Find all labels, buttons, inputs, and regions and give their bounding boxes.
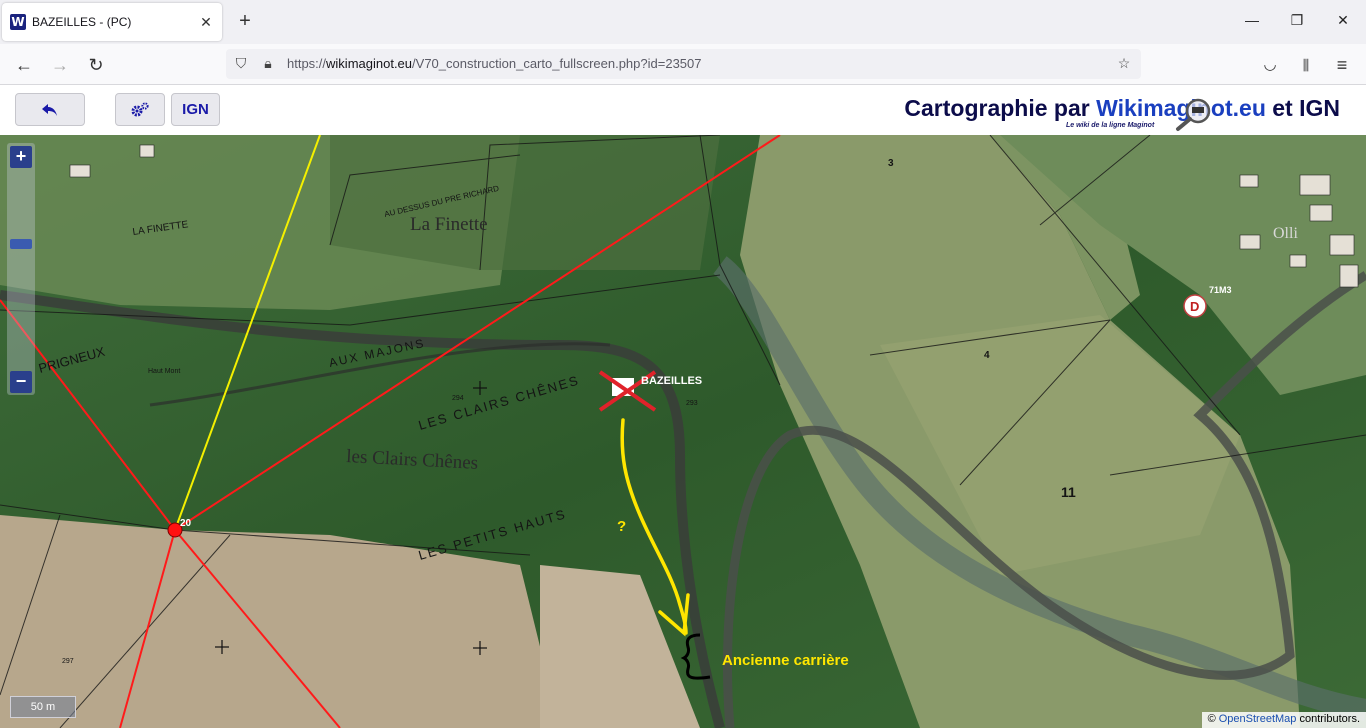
parcel-3: 3	[888, 158, 894, 169]
zoom-control: + −	[7, 143, 35, 395]
parcel-4: 4	[984, 350, 990, 361]
window-close-icon[interactable]: ✕	[1333, 12, 1353, 29]
url-bar[interactable]: ⛉ 🔒︎ https://wikimaginot.eu/V70_construc…	[226, 49, 1141, 79]
marker-bazeilles-label: BAZEILLES	[641, 375, 702, 387]
parcel-297: 297	[62, 658, 74, 665]
browser-tab[interactable]: W BAZEILLES - (PC) ✕	[2, 3, 222, 41]
parcel-294: 294	[452, 395, 464, 402]
map-view[interactable]: 20 D BAZEILLES ? Ancienne carrière LA FI…	[0, 135, 1366, 728]
scale-bar: 50 m	[10, 696, 76, 718]
bookmark-star-icon[interactable]: ☆	[1115, 55, 1133, 72]
back-arrow-icon[interactable]: ←	[12, 53, 36, 77]
annotation-quarry: Ancienne carrière	[722, 652, 849, 669]
menu-hamburger-icon[interactable]: ≡	[1330, 53, 1354, 77]
app-header: IGN Cartographie par Wikimaginot.eu et I…	[0, 85, 1366, 135]
gears-icon	[131, 102, 149, 117]
reload-icon[interactable]: ↻	[84, 53, 108, 77]
back-button[interactable]	[15, 93, 85, 126]
minimize-icon[interactable]: —	[1242, 12, 1262, 28]
annotation-question: ?	[617, 518, 626, 535]
forward-arrow-icon[interactable]: →	[48, 53, 72, 77]
browser-tab-bar: W BAZEILLES - (PC) ✕ + — ❐ ✕	[0, 0, 1366, 44]
shield-icon[interactable]: ⛉	[232, 55, 250, 72]
url-prefix: https://	[287, 56, 327, 71]
tab-close-icon[interactable]: ✕	[198, 14, 214, 31]
url-path: /V70_construction_carto_fullscreen.php?i…	[412, 56, 702, 71]
parcel-71m3: 71M3	[1209, 285, 1232, 295]
undo-arrow-icon	[42, 104, 57, 116]
attribution-symbol: ©	[1207, 713, 1216, 725]
parcel-293: 293	[686, 400, 698, 407]
restore-icon[interactable]: ❐	[1287, 12, 1307, 29]
browser-nav-bar: ← → ↻ ⛉ 🔒︎ https://wikimaginot.eu/V70_co…	[0, 44, 1366, 85]
brand-title: Cartographie par Wikimaginot.eu et IGN	[904, 95, 1340, 122]
zoom-out-button[interactable]: −	[10, 371, 32, 393]
zoom-in-button[interactable]: +	[10, 146, 32, 168]
pocket-icon[interactable]: ◡	[1258, 53, 1282, 77]
zoom-slider-handle[interactable]	[10, 239, 32, 249]
url-text[interactable]: https://wikimaginot.eu/V70_construction_…	[287, 56, 701, 71]
settings-button[interactable]	[115, 93, 165, 126]
map-attribution: © OpenStreetMap contributors.	[1201, 712, 1366, 728]
parcel-11: 11	[1061, 484, 1076, 500]
brand-suffix: et IGN	[1265, 95, 1340, 121]
map-canvas[interactable]: 20 D BAZEILLES ? Ancienne carrière LA FI…	[0, 135, 1366, 728]
lock-icon[interactable]: 🔒︎	[259, 55, 277, 72]
parcel-olli: Olli	[1273, 225, 1298, 242]
meadow-finette	[330, 135, 720, 270]
marker-d-label: D	[1190, 299, 1199, 314]
new-tab-plus-icon[interactable]: +	[234, 10, 256, 32]
attribution-link[interactable]: OpenStreetMap	[1219, 713, 1297, 725]
marker-20-label: 20	[180, 518, 192, 529]
site-favicon-icon: W	[10, 14, 26, 30]
brand-prefix: Cartographie par	[904, 95, 1097, 121]
library-icon[interactable]: ⫼	[1294, 53, 1318, 77]
attribution-suffix: contributors.	[1299, 713, 1360, 725]
tab-title: BAZEILLES - (PC)	[32, 15, 132, 29]
ign-button[interactable]: IGN	[171, 93, 220, 126]
magnifier-logo-icon	[1176, 98, 1211, 131]
label-la-finette: La Finette	[410, 214, 488, 235]
brand-tagline: Le wiki de la ligne Maginot	[1066, 122, 1155, 129]
url-host: wikimaginot.eu	[326, 56, 413, 71]
label-haut-mont: Haut Mont	[148, 368, 180, 375]
